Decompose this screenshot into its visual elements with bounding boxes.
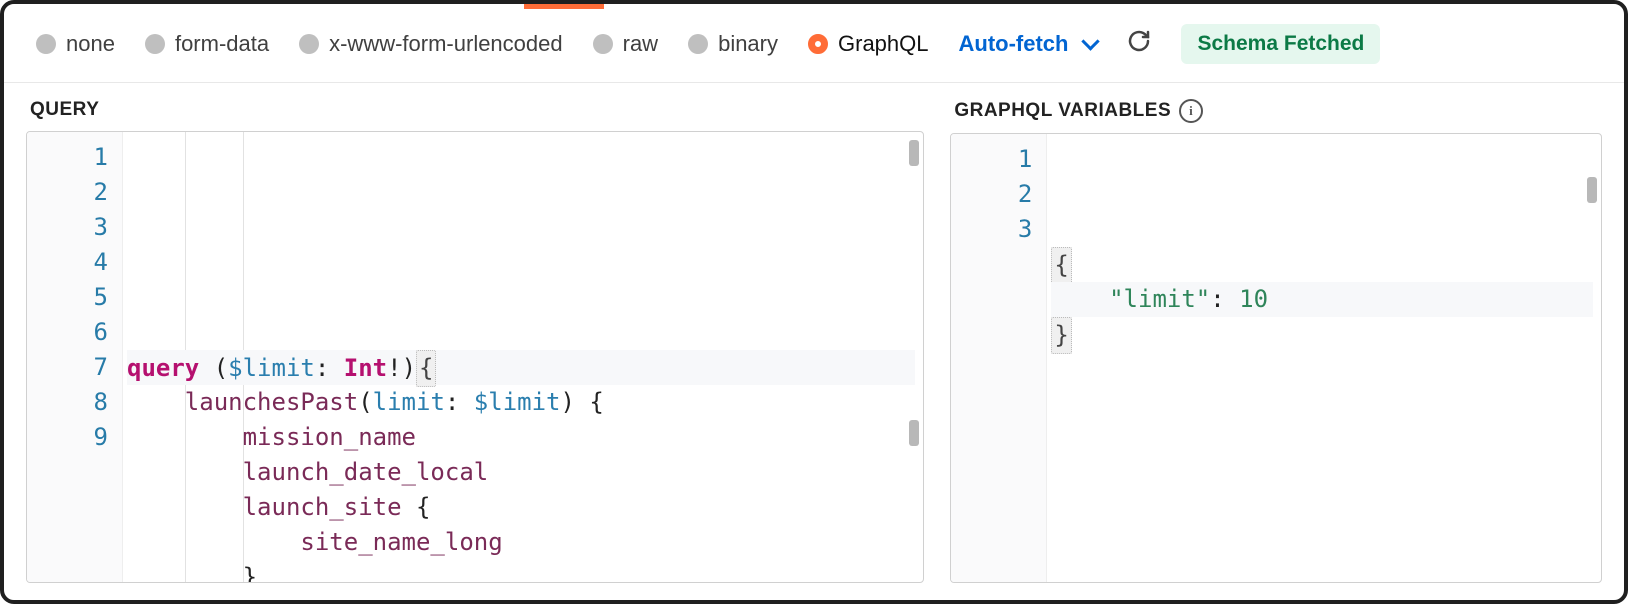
body-type-label: binary	[718, 31, 778, 57]
body-type-graphql[interactable]: GraphQL	[808, 31, 929, 57]
line-number: 2	[27, 175, 108, 210]
query-code[interactable]: query ($limit: Int!){ launchesPast(limit…	[123, 132, 923, 582]
radio-dot-icon	[688, 34, 708, 54]
token-pn: }	[127, 563, 257, 583]
token-arg: limit	[373, 388, 445, 416]
body-type-raw[interactable]: raw	[593, 31, 658, 57]
graphql-panels: QUERY 123456789 query ($limit: Int!){ la…	[4, 83, 1624, 601]
auto-fetch-label: Auto-fetch	[959, 31, 1069, 57]
code-line[interactable]: site_name_long	[127, 525, 915, 560]
line-number: 3	[27, 210, 108, 245]
body-type-binary[interactable]: binary	[688, 31, 778, 57]
variables-title: GRAPHQL VARIABLES i	[950, 83, 1602, 133]
token-pn: )	[402, 354, 416, 382]
token-fld: launch_site	[243, 493, 402, 521]
token-pn: :	[1210, 285, 1239, 313]
body-type-label: none	[66, 31, 115, 57]
code-line[interactable]: {	[1051, 247, 1593, 282]
token-pn: (	[214, 354, 228, 382]
line-number: 1	[951, 142, 1032, 177]
token-pn: ) {	[561, 388, 604, 416]
line-number: 6	[27, 315, 108, 350]
token-str: "limit"	[1109, 285, 1210, 313]
body-type-label: x-www-form-urlencoded	[329, 31, 563, 57]
token-pn	[127, 423, 243, 451]
token-pn	[1051, 285, 1109, 313]
refresh-icon	[1127, 29, 1151, 53]
token-pn: :	[315, 354, 344, 382]
token-pn: (	[358, 388, 372, 416]
code-line[interactable]: }	[1051, 317, 1593, 352]
token-pn	[127, 388, 185, 416]
token-pn	[127, 493, 243, 521]
token-fld: site_name_long	[300, 528, 502, 556]
token-pn: {	[402, 493, 431, 521]
radio-dot-icon	[145, 34, 165, 54]
info-icon[interactable]: i	[1179, 99, 1203, 123]
scrollbar-thumb[interactable]	[909, 140, 919, 166]
line-number: 8	[27, 385, 108, 420]
code-line[interactable]: "limit": 10	[1051, 282, 1593, 317]
request-body-panel: none form-data x-www-form-urlencoded raw bin…	[0, 0, 1628, 604]
refresh-schema-button[interactable]	[1127, 29, 1151, 59]
line-number: 2	[951, 177, 1032, 212]
body-type-label: form-data	[175, 31, 269, 57]
token-pn	[127, 528, 300, 556]
schema-status-badge: Schema Fetched	[1181, 24, 1380, 64]
auto-fetch-toggle[interactable]: Auto-fetch	[959, 31, 1098, 57]
token-kw: query	[127, 354, 214, 382]
token-brk: }	[1051, 317, 1071, 354]
code-line[interactable]: launch_date_local	[127, 455, 915, 490]
line-number: 3	[951, 212, 1032, 247]
token-var: $limit	[474, 388, 561, 416]
body-type-selector: none form-data x-www-form-urlencoded raw bin…	[4, 4, 1624, 83]
query-panel: QUERY 123456789 query ($limit: Int!){ la…	[26, 83, 924, 583]
code-line[interactable]: query ($limit: Int!){	[127, 350, 915, 385]
code-line[interactable]: launch_site {	[127, 490, 915, 525]
body-type-label: GraphQL	[838, 31, 929, 57]
radio-dot-icon	[593, 34, 613, 54]
line-number: 5	[27, 280, 108, 315]
variables-editor[interactable]: 123 { "limit": 10}	[950, 133, 1602, 583]
body-type-form[interactable]: form-data	[145, 31, 269, 57]
variables-code[interactable]: { "limit": 10}	[1047, 134, 1601, 582]
query-title: QUERY	[26, 83, 924, 131]
body-type-label: raw	[623, 31, 658, 57]
chevron-down-icon	[1082, 32, 1100, 50]
code-line[interactable]: launchesPast(limit: $limit) {	[127, 385, 915, 420]
line-number: 4	[27, 245, 108, 280]
token-ty: Int	[344, 354, 387, 382]
radio-dot-icon	[299, 34, 319, 54]
token-num: 10	[1239, 285, 1268, 313]
token-var: $limit	[228, 354, 315, 382]
query-editor[interactable]: 123456789 query ($limit: Int!){ launches…	[26, 131, 924, 583]
token-brk: {	[1051, 247, 1071, 284]
token-fld: mission_name	[243, 423, 416, 451]
token-fld: launchesPast	[185, 388, 358, 416]
token-brk: {	[416, 350, 436, 387]
token-pn	[127, 458, 243, 486]
active-tab-indicator	[524, 4, 604, 9]
radio-dot-icon	[36, 34, 56, 54]
token-fld: launch_date_local	[243, 458, 489, 486]
line-number: 7	[27, 350, 108, 385]
line-number: 1	[27, 140, 108, 175]
scrollbar-thumb[interactable]	[1587, 177, 1597, 203]
token-pn: !	[387, 354, 401, 382]
code-line[interactable]: mission_name	[127, 420, 915, 455]
variables-gutter: 123	[951, 134, 1047, 582]
code-line[interactable]: }	[127, 560, 915, 583]
variables-panel: GRAPHQL VARIABLES i 123 { "limit": 10}	[950, 83, 1602, 583]
body-type-xwww[interactable]: x-www-form-urlencoded	[299, 31, 563, 57]
query-gutter: 123456789	[27, 132, 123, 582]
variables-title-text: GRAPHQL VARIABLES	[954, 100, 1171, 122]
token-pn: :	[445, 388, 474, 416]
line-number: 9	[27, 420, 108, 455]
radio-dot-icon	[808, 34, 828, 54]
body-type-none[interactable]: none	[36, 31, 115, 57]
